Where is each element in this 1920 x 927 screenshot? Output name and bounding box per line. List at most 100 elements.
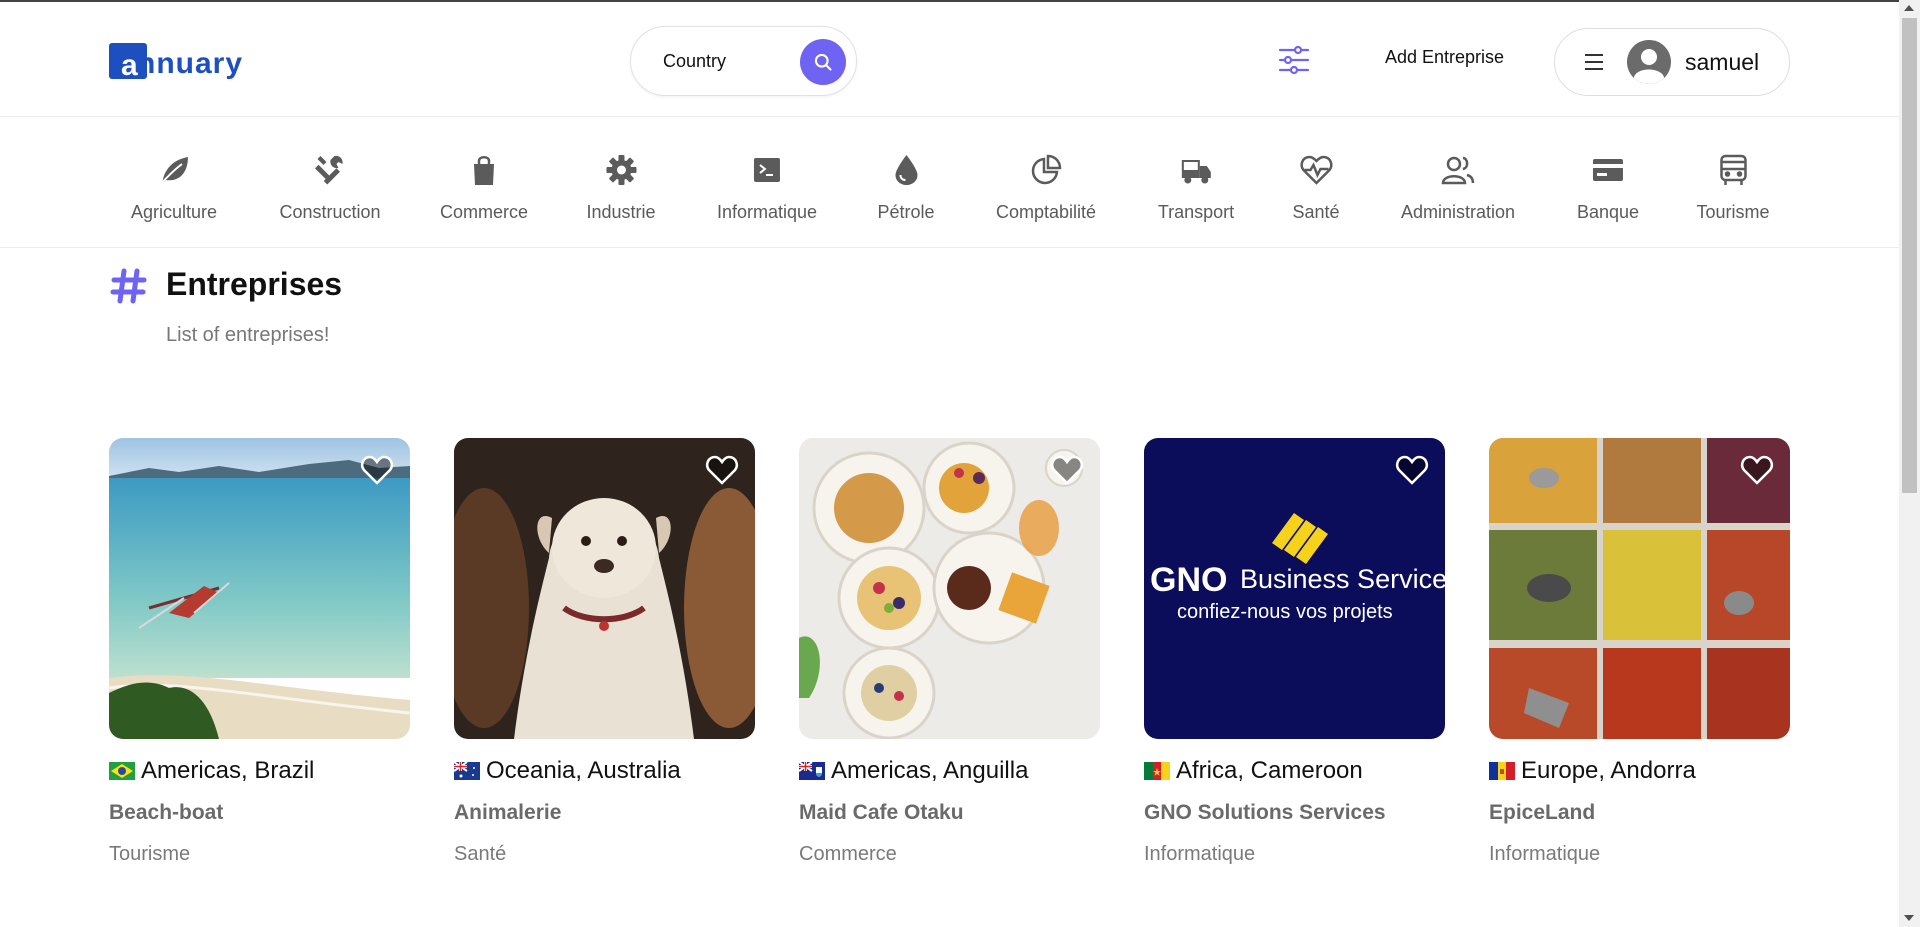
category-tourisme[interactable]: Tourisme: [1696, 152, 1770, 223]
favorite-heart-icon[interactable]: [705, 454, 739, 486]
favorite-heart-icon[interactable]: [1740, 454, 1774, 486]
card-name[interactable]: EpiceLand: [1489, 801, 1790, 825]
avatar: [1627, 40, 1671, 84]
favorite-heart-icon[interactable]: [1395, 454, 1429, 486]
logo[interactable]: a nnuary: [109, 40, 249, 82]
tools-icon: [314, 155, 343, 185]
category-label: Commerce: [439, 202, 529, 222]
anguilla-flag-icon: [799, 762, 825, 780]
card-location: Africa, Cameroon: [1144, 755, 1445, 787]
category-construction[interactable]: Construction: [279, 152, 381, 223]
entreprise-card[interactable]: Americas, Brazil Beach-boat Tourisme: [109, 438, 410, 866]
card-category: Tourisme: [109, 843, 191, 865]
andorra-flag-icon: [1489, 762, 1515, 780]
card-category: Santé: [454, 843, 507, 865]
search-button[interactable]: [800, 39, 846, 85]
category-label: Administration: [1400, 202, 1516, 222]
pie-chart-icon: [1031, 154, 1062, 185]
hashtag-icon: [110, 268, 147, 304]
card-image: GNO Business Services confiez-nous vos p…: [1144, 438, 1445, 739]
card-image: [454, 438, 755, 739]
heart-pulse-icon: [1300, 155, 1332, 185]
card-location: Europe, Andorra: [1489, 755, 1790, 787]
card-image: [1489, 438, 1790, 739]
logo-letter: a: [121, 49, 138, 82]
location-text: Africa, Cameroon: [1176, 757, 1363, 784]
favorite-heart-icon[interactable]: [1050, 454, 1084, 486]
australia-flag-icon: [454, 762, 480, 780]
shopping-bag-icon: [473, 156, 494, 185]
filter-sliders-icon[interactable]: [1278, 45, 1310, 75]
card-location: Americas, Anguilla: [799, 755, 1100, 787]
card-location: Americas, Brazil: [109, 755, 410, 787]
category-banque[interactable]: Banque: [1577, 152, 1639, 223]
category-label: Pétrole: [877, 202, 935, 222]
category-informatique[interactable]: Informatique: [717, 152, 817, 223]
scroll-up-arrow-icon[interactable]: [1904, 5, 1914, 11]
card-name[interactable]: Maid Cafe Otaku: [799, 801, 1100, 825]
category-label: Santé: [1292, 202, 1340, 222]
card-location: Oceania, Australia: [454, 755, 755, 787]
location-text: Oceania, Australia: [486, 757, 681, 784]
category-comptabilite[interactable]: Comptabilité: [996, 152, 1096, 223]
scroll-down-arrow-icon[interactable]: [1904, 915, 1914, 921]
page-subtitle: List of entreprises!: [166, 324, 330, 346]
location-text: Europe, Andorra: [1521, 757, 1696, 784]
add-entreprise-link[interactable]: Add Entreprise: [1385, 47, 1504, 68]
card-image: [109, 438, 410, 739]
drop-icon: [894, 155, 917, 185]
entreprise-card[interactable]: Europe, Andorra EpiceLand Informatique: [1489, 438, 1790, 866]
truck-icon: [1181, 160, 1211, 184]
category-sante[interactable]: Santé: [1292, 152, 1340, 223]
entreprise-card[interactable]: GNO Business Services confiez-nous vos p…: [1144, 438, 1445, 866]
brazil-flag-icon: [109, 762, 135, 780]
search-icon: [814, 53, 832, 71]
card-name[interactable]: Animalerie: [454, 801, 755, 825]
card-category: Informatique: [1144, 843, 1256, 865]
top-header: a nnuary Add Entreprise samuel: [0, 2, 1899, 117]
cameroon-flag-icon: [1144, 762, 1170, 780]
logo-mark: a: [109, 43, 147, 82]
category-label: Agriculture: [130, 202, 218, 222]
card-category: Commerce: [799, 843, 897, 865]
card-name[interactable]: GNO Solutions Services: [1144, 801, 1445, 825]
card-image: [799, 438, 1100, 739]
category-industrie[interactable]: Industrie: [586, 152, 656, 223]
gear-icon: [605, 155, 636, 185]
category-label: Tourisme: [1696, 202, 1770, 222]
category-label: Industrie: [586, 202, 656, 222]
users-icon: [1441, 156, 1475, 185]
category-label: Banque: [1576, 202, 1640, 222]
gno-tagline-text: confiez-nous vos projets: [1177, 601, 1393, 623]
category-administration[interactable]: Administration: [1401, 152, 1515, 223]
scrollbar-thumb[interactable]: [1902, 18, 1917, 493]
hamburger-icon: [1585, 54, 1605, 70]
category-transport[interactable]: Transport: [1158, 152, 1234, 223]
gno-title-text: Business Services: [1240, 564, 1445, 594]
card-name[interactable]: Beach-boat: [109, 801, 410, 825]
entreprise-card[interactable]: Americas, Anguilla Maid Cafe Otaku Comme…: [799, 438, 1100, 866]
credit-card-icon: [1593, 159, 1623, 181]
user-menu-button[interactable]: samuel: [1554, 28, 1790, 96]
search-bar: [630, 26, 857, 96]
gno-brand-text: GNO: [1150, 561, 1227, 599]
card-category: Informatique: [1489, 843, 1601, 865]
category-bar: Agriculture Construction Commerce Indust…: [0, 118, 1899, 248]
category-petrole[interactable]: Pétrole: [877, 152, 935, 223]
location-text: Americas, Anguilla: [831, 757, 1029, 784]
location-text: Americas, Brazil: [141, 757, 315, 784]
terminal-icon: [754, 158, 780, 182]
username: samuel: [1685, 48, 1760, 75]
category-label: Construction: [279, 202, 381, 222]
bus-icon: [1719, 154, 1747, 185]
entreprise-card[interactable]: Oceania, Australia Animalerie Santé: [454, 438, 755, 866]
page-title: Entreprises: [166, 266, 343, 302]
logo-text: nnuary: [137, 47, 244, 80]
category-label: Comptabilité: [995, 202, 1097, 222]
favorite-heart-icon[interactable]: [360, 454, 394, 486]
search-input[interactable]: [663, 47, 783, 75]
category-agriculture[interactable]: Agriculture: [131, 152, 217, 223]
category-commerce[interactable]: Commerce: [440, 152, 528, 223]
leaf-icon: [159, 157, 188, 186]
category-label: Informatique: [716, 202, 818, 222]
